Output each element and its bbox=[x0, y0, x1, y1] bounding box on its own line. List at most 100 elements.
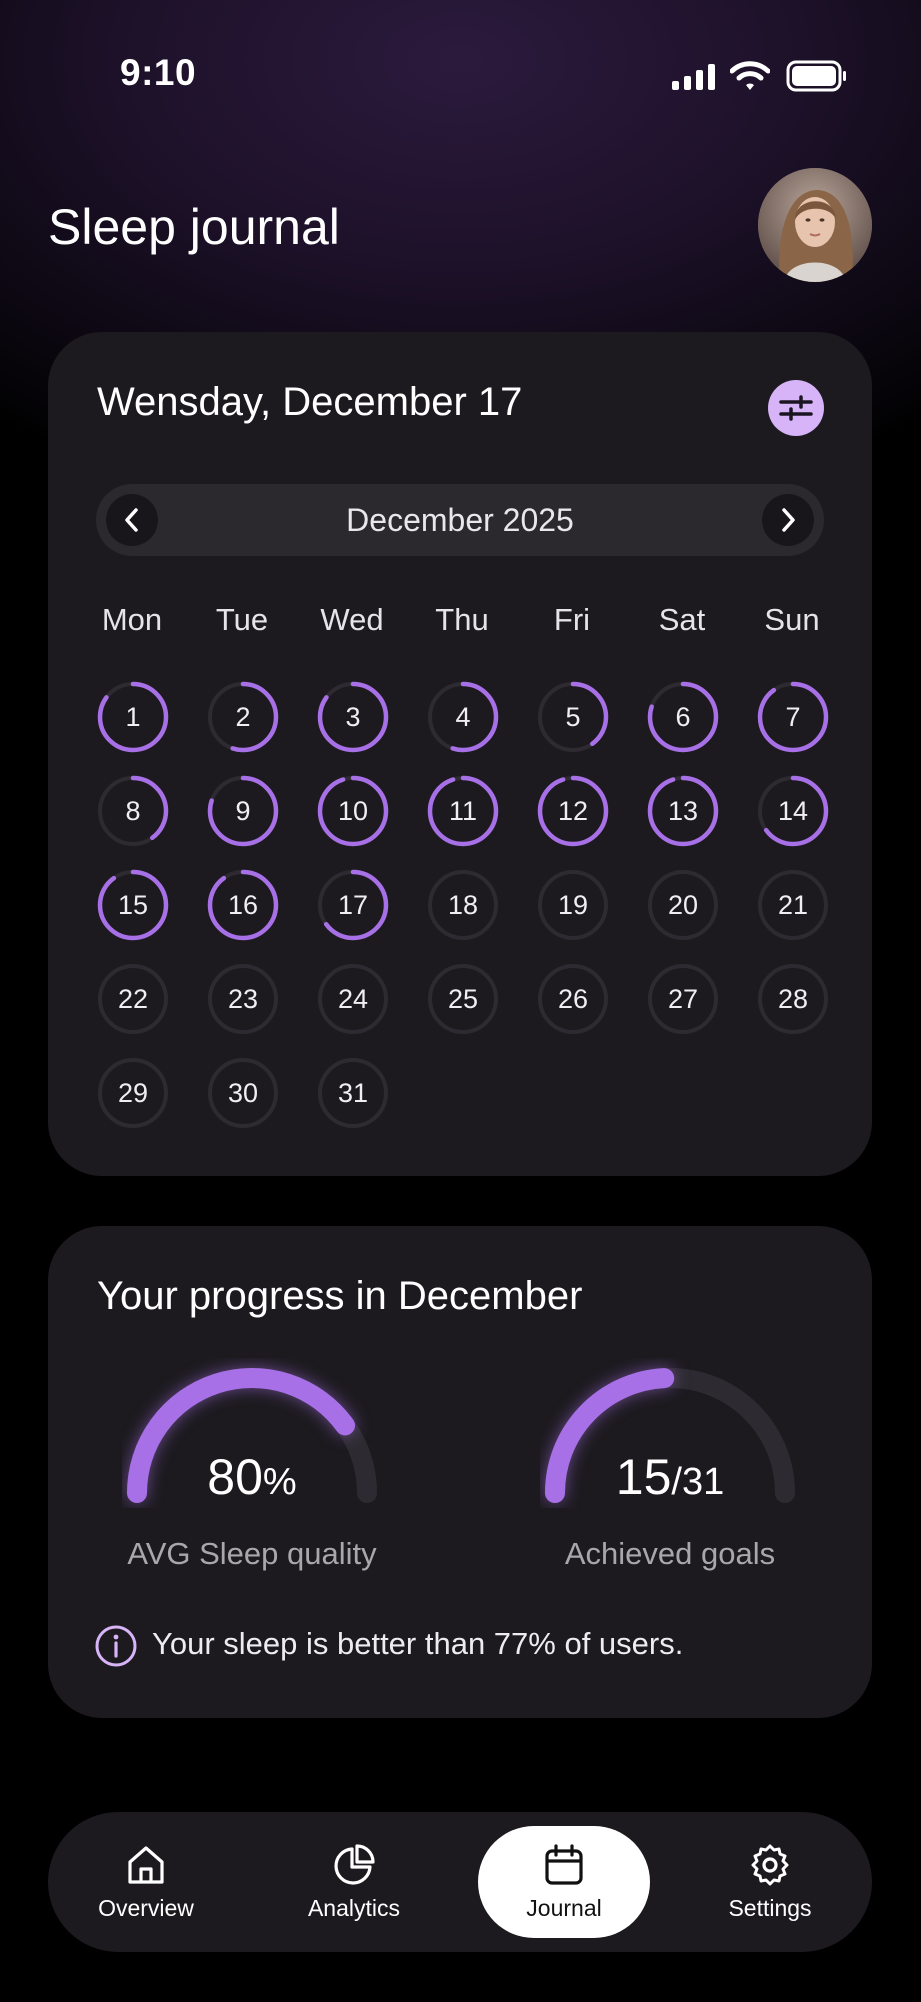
month-navigator: December 2025 bbox=[96, 484, 824, 556]
calendar-day[interactable]: 18 bbox=[426, 868, 500, 942]
calendar-day[interactable]: 10 bbox=[316, 774, 390, 848]
calendar-day[interactable]: 25 bbox=[426, 962, 500, 1036]
calendar-day-number: 30 bbox=[227, 1077, 259, 1108]
calendar-day[interactable]: 31 bbox=[316, 1056, 390, 1130]
weekday-fri: Fri bbox=[553, 602, 591, 637]
calendar-day[interactable]: 8 bbox=[96, 774, 170, 848]
calendar-day-number: 29 bbox=[117, 1077, 149, 1108]
nav-journal[interactable]: Journal bbox=[478, 1826, 650, 1938]
nav-settings-label: Settings bbox=[728, 1894, 812, 1921]
bottom-navigation: Overview Analytics Journal Settings bbox=[48, 1812, 872, 1952]
nav-overview[interactable]: Overview bbox=[74, 1826, 218, 1938]
page-title: Sleep journal bbox=[48, 199, 340, 255]
signal-icon bbox=[672, 64, 715, 90]
achieved-goals-total: /31 bbox=[671, 1461, 725, 1503]
calendar-day-number: 13 bbox=[667, 795, 699, 826]
calendar-day[interactable]: 30 bbox=[206, 1056, 280, 1130]
calendar-day[interactable]: 6 bbox=[646, 680, 720, 754]
weekday-tue: Tue bbox=[215, 602, 269, 637]
calendar-day-number: 27 bbox=[667, 983, 699, 1014]
battery-icon bbox=[786, 60, 846, 92]
calendar-day[interactable]: 16 bbox=[206, 868, 280, 942]
wifi-icon bbox=[730, 61, 770, 90]
calendar-day[interactable]: 15 bbox=[96, 868, 170, 942]
info-icon bbox=[95, 1625, 137, 1667]
calendar-day-number: 17 bbox=[337, 889, 369, 920]
calendar-day[interactable]: 11 bbox=[426, 774, 500, 848]
calendar-day[interactable]: 17 bbox=[316, 868, 390, 942]
calendar-icon bbox=[545, 1843, 583, 1885]
achieved-goals-value: 15/31 bbox=[540, 1448, 800, 1506]
sleep-quality-value: 80% bbox=[122, 1448, 382, 1506]
calendar-day-number: 12 bbox=[557, 795, 589, 826]
calendar-day-number: 16 bbox=[227, 889, 259, 920]
status-icons bbox=[668, 56, 848, 94]
calendar-day-number: 3 bbox=[345, 701, 361, 732]
calendar-day[interactable]: 12 bbox=[536, 774, 610, 848]
calendar-day[interactable]: 22 bbox=[96, 962, 170, 1036]
nav-settings[interactable]: Settings bbox=[698, 1826, 842, 1938]
next-month-button[interactable] bbox=[762, 494, 814, 546]
calendar-day[interactable]: 13 bbox=[646, 774, 720, 848]
calendar-day-number: 23 bbox=[227, 983, 259, 1014]
calendar-day-number: 11 bbox=[448, 795, 478, 826]
weekday-sun: Sun bbox=[764, 602, 820, 637]
calendar-day-number: 26 bbox=[557, 983, 589, 1014]
weekday-wed: Wed bbox=[320, 602, 384, 637]
calendar-day-number: 7 bbox=[785, 701, 801, 732]
calendar-day-number: 24 bbox=[337, 983, 369, 1014]
calendar-day[interactable]: 2 bbox=[206, 680, 280, 754]
nav-overview-label: Overview bbox=[98, 1894, 194, 1921]
calendar-day-number: 6 bbox=[675, 701, 691, 732]
sliders-icon bbox=[779, 395, 813, 421]
calendar-day[interactable]: 1 bbox=[96, 680, 170, 754]
nav-journal-label: Journal bbox=[526, 1894, 602, 1921]
weekday-mon: Mon bbox=[101, 602, 163, 637]
calendar-day-number: 10 bbox=[337, 795, 369, 826]
calendar-day-number: 9 bbox=[235, 795, 251, 826]
calendar-day[interactable]: 5 bbox=[536, 680, 610, 754]
calendar-day-number: 15 bbox=[117, 889, 149, 920]
calendar-day[interactable]: 7 bbox=[756, 680, 830, 754]
avatar[interactable] bbox=[758, 168, 872, 282]
filter-button[interactable] bbox=[768, 380, 824, 436]
gear-icon bbox=[751, 1844, 789, 1885]
calendar-day[interactable]: 21 bbox=[756, 868, 830, 942]
month-label: December 2025 bbox=[346, 502, 574, 538]
calendar-day[interactable]: 3 bbox=[316, 680, 390, 754]
calendar-day[interactable]: 24 bbox=[316, 962, 390, 1036]
calendar-day[interactable]: 19 bbox=[536, 868, 610, 942]
calendar-day-number: 21 bbox=[777, 889, 809, 920]
calendar-day[interactable]: 26 bbox=[536, 962, 610, 1036]
calendar-day-number: 19 bbox=[557, 889, 589, 920]
calendar-day-number: 31 bbox=[337, 1077, 369, 1108]
nav-analytics[interactable]: Analytics bbox=[282, 1826, 426, 1938]
calendar-day-number: 20 bbox=[667, 889, 699, 920]
calendar-day-number: 28 bbox=[777, 983, 809, 1014]
calendar-day-number: 25 bbox=[447, 983, 479, 1014]
calendar-day[interactable]: 23 bbox=[206, 962, 280, 1036]
info-text: Your sleep is better than 77% of users. bbox=[152, 1626, 684, 1661]
status-time: 9:10 bbox=[120, 52, 197, 93]
sleep-quality-label: AVG Sleep quality bbox=[127, 1536, 377, 1571]
avatar-photo bbox=[758, 168, 872, 282]
calendar-day[interactable]: 20 bbox=[646, 868, 720, 942]
pie-chart-icon bbox=[334, 1843, 375, 1885]
calendar-day[interactable]: 28 bbox=[756, 962, 830, 1036]
calendar-day-number: 22 bbox=[117, 983, 149, 1014]
calendar-day[interactable]: 4 bbox=[426, 680, 500, 754]
chevron-right-icon bbox=[782, 508, 795, 532]
sleep-quality-number: 80 bbox=[207, 1449, 263, 1505]
calendar-day[interactable]: 27 bbox=[646, 962, 720, 1036]
weekday-sat: Sat bbox=[658, 602, 706, 637]
calendar-day[interactable]: 29 bbox=[96, 1056, 170, 1130]
calendar-day[interactable]: 9 bbox=[206, 774, 280, 848]
calendar-day-number: 5 bbox=[565, 701, 581, 732]
calendar-day[interactable]: 14 bbox=[756, 774, 830, 848]
nav-analytics-label: Analytics bbox=[307, 1894, 401, 1921]
calendar-day-number: 14 bbox=[777, 795, 809, 826]
calendar-day-number: 18 bbox=[447, 889, 479, 920]
home-icon bbox=[128, 1845, 164, 1884]
selected-date-heading: Wensday, December 17 bbox=[97, 380, 523, 424]
weekday-thu: Thu bbox=[435, 602, 489, 637]
